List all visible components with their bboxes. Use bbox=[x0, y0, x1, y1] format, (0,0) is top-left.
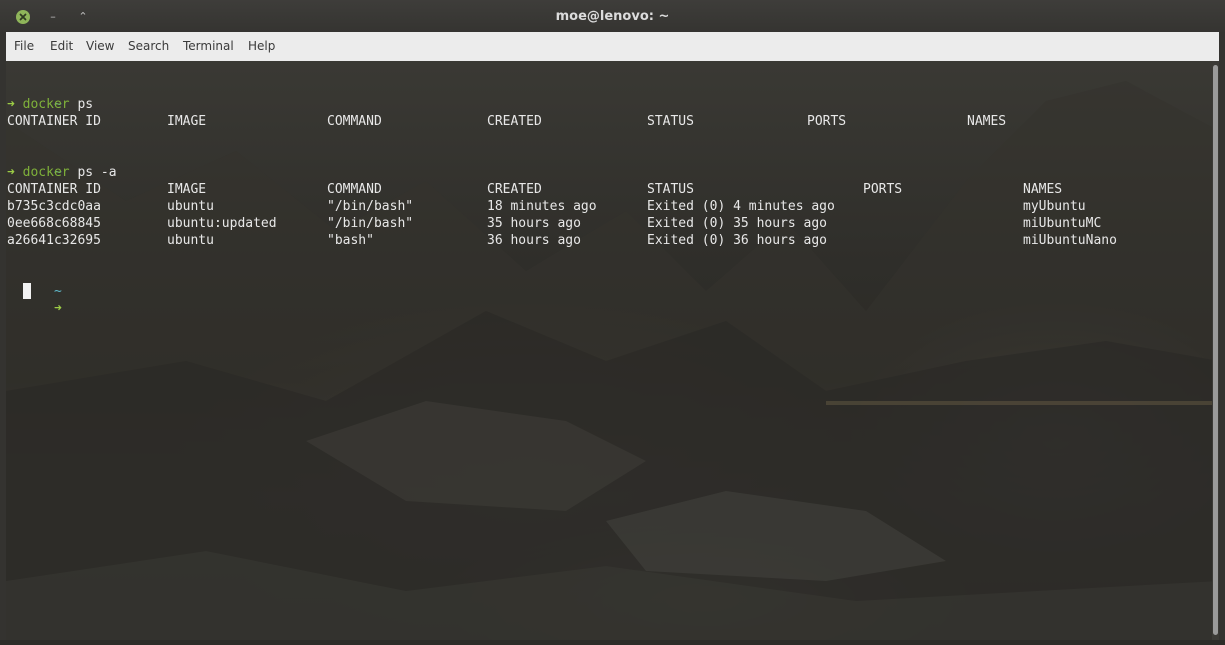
wallpaper-landscape bbox=[6, 81, 1219, 640]
menu-search[interactable]: Search bbox=[128, 32, 169, 61]
menu-file[interactable]: File bbox=[14, 32, 34, 61]
cell-status: Exited (0) 36 hours ago bbox=[647, 233, 828, 248]
command-args: ps -a bbox=[69, 165, 117, 180]
prompt-line-2: ~ bbox=[7, 147, 62, 180]
frame-right bbox=[1219, 32, 1225, 640]
header-ports: PORTS bbox=[863, 182, 903, 197]
cell-command: "/bin/bash" bbox=[327, 199, 414, 214]
cell-names: myUbuntu bbox=[1023, 199, 1086, 214]
table-row: a26641c32695 ubuntu "bash" 36 hours ago … bbox=[7, 232, 1157, 249]
header-image: IMAGE bbox=[167, 114, 207, 129]
text-cursor bbox=[23, 283, 31, 299]
cell-container-id: 0ee668c68845 bbox=[7, 216, 101, 231]
menu-edit[interactable]: Edit bbox=[50, 32, 73, 61]
cell-status: Exited (0) 4 minutes ago bbox=[647, 199, 835, 214]
header-container-id: CONTAINER ID bbox=[7, 114, 101, 129]
prompt-line-1: ~ bbox=[7, 79, 62, 112]
header-created: CREATED bbox=[487, 114, 542, 129]
cell-image: ubuntu bbox=[167, 199, 214, 214]
cell-image: ubuntu:updated bbox=[167, 216, 277, 231]
scrollbar-thumb[interactable] bbox=[1213, 65, 1218, 635]
frame-bottom bbox=[0, 640, 1225, 645]
prompt-line-3: ~ bbox=[7, 266, 62, 299]
table-header-1: CONTAINER ID IMAGE COMMAND CREATED STATU… bbox=[7, 113, 1107, 130]
header-status: STATUS bbox=[647, 114, 694, 129]
command-line-2: ➜ docker ps -a bbox=[7, 164, 117, 181]
header-names: NAMES bbox=[967, 114, 1007, 129]
cell-image: ubuntu bbox=[167, 233, 214, 248]
table-header-2: CONTAINER ID IMAGE COMMAND CREATED STATU… bbox=[7, 181, 1157, 198]
cell-status: Exited (0) 35 hours ago bbox=[647, 216, 828, 231]
header-container-id: CONTAINER ID bbox=[7, 182, 101, 197]
header-ports: PORTS bbox=[807, 114, 847, 129]
title-bar[interactable]: – ⌃ moe@lenovo: ~ bbox=[0, 0, 1225, 32]
prompt-arrow-icon: ➜ bbox=[7, 97, 15, 112]
header-status: STATUS bbox=[647, 182, 694, 197]
terminal-output[interactable]: ~ ➜ docker ps CONTAINER ID IMAGE COMMAND… bbox=[6, 61, 1219, 640]
cell-command: "bash" bbox=[327, 233, 374, 248]
menu-help[interactable]: Help bbox=[248, 32, 275, 61]
cell-created: 18 minutes ago bbox=[487, 199, 597, 214]
cell-names: miUbuntuMC bbox=[1023, 216, 1102, 231]
table-row: 0ee668c68845 ubuntu:updated "/bin/bash" … bbox=[7, 215, 1157, 232]
command-name: docker bbox=[22, 165, 70, 180]
menu-view[interactable]: View bbox=[86, 32, 114, 61]
table-row: b735c3cdc0aa ubuntu "/bin/bash" 18 minut… bbox=[7, 198, 1157, 215]
menu-terminal[interactable]: Terminal bbox=[183, 32, 234, 61]
prompt-arrow-icon: ➜ bbox=[53, 301, 62, 316]
cell-container-id: a26641c32695 bbox=[7, 233, 101, 248]
window-title: moe@lenovo: ~ bbox=[555, 9, 670, 24]
vertical-scrollbar[interactable] bbox=[1212, 61, 1219, 640]
cell-created: 35 hours ago bbox=[487, 216, 581, 231]
header-command: COMMAND bbox=[327, 114, 382, 129]
cell-command: "/bin/bash" bbox=[327, 216, 414, 231]
command-name: docker bbox=[22, 97, 70, 112]
command-line-3[interactable]: ➜ bbox=[7, 283, 62, 316]
command-line-1: ➜ docker ps bbox=[7, 96, 93, 113]
menu-bar: File Edit View Search Terminal Help bbox=[6, 32, 1219, 62]
header-names: NAMES bbox=[1023, 182, 1063, 197]
terminal-window: – ⌃ moe@lenovo: ~ File Edit View Search … bbox=[0, 0, 1225, 645]
command-args: ps bbox=[69, 97, 94, 112]
cell-container-id: b735c3cdc0aa bbox=[7, 199, 101, 214]
header-command: COMMAND bbox=[327, 182, 382, 197]
prompt-arrow-icon: ➜ bbox=[7, 165, 15, 180]
header-created: CREATED bbox=[487, 182, 542, 197]
cell-created: 36 hours ago bbox=[487, 233, 581, 248]
header-image: IMAGE bbox=[167, 182, 207, 197]
cell-names: miUbuntuNano bbox=[1023, 233, 1117, 248]
